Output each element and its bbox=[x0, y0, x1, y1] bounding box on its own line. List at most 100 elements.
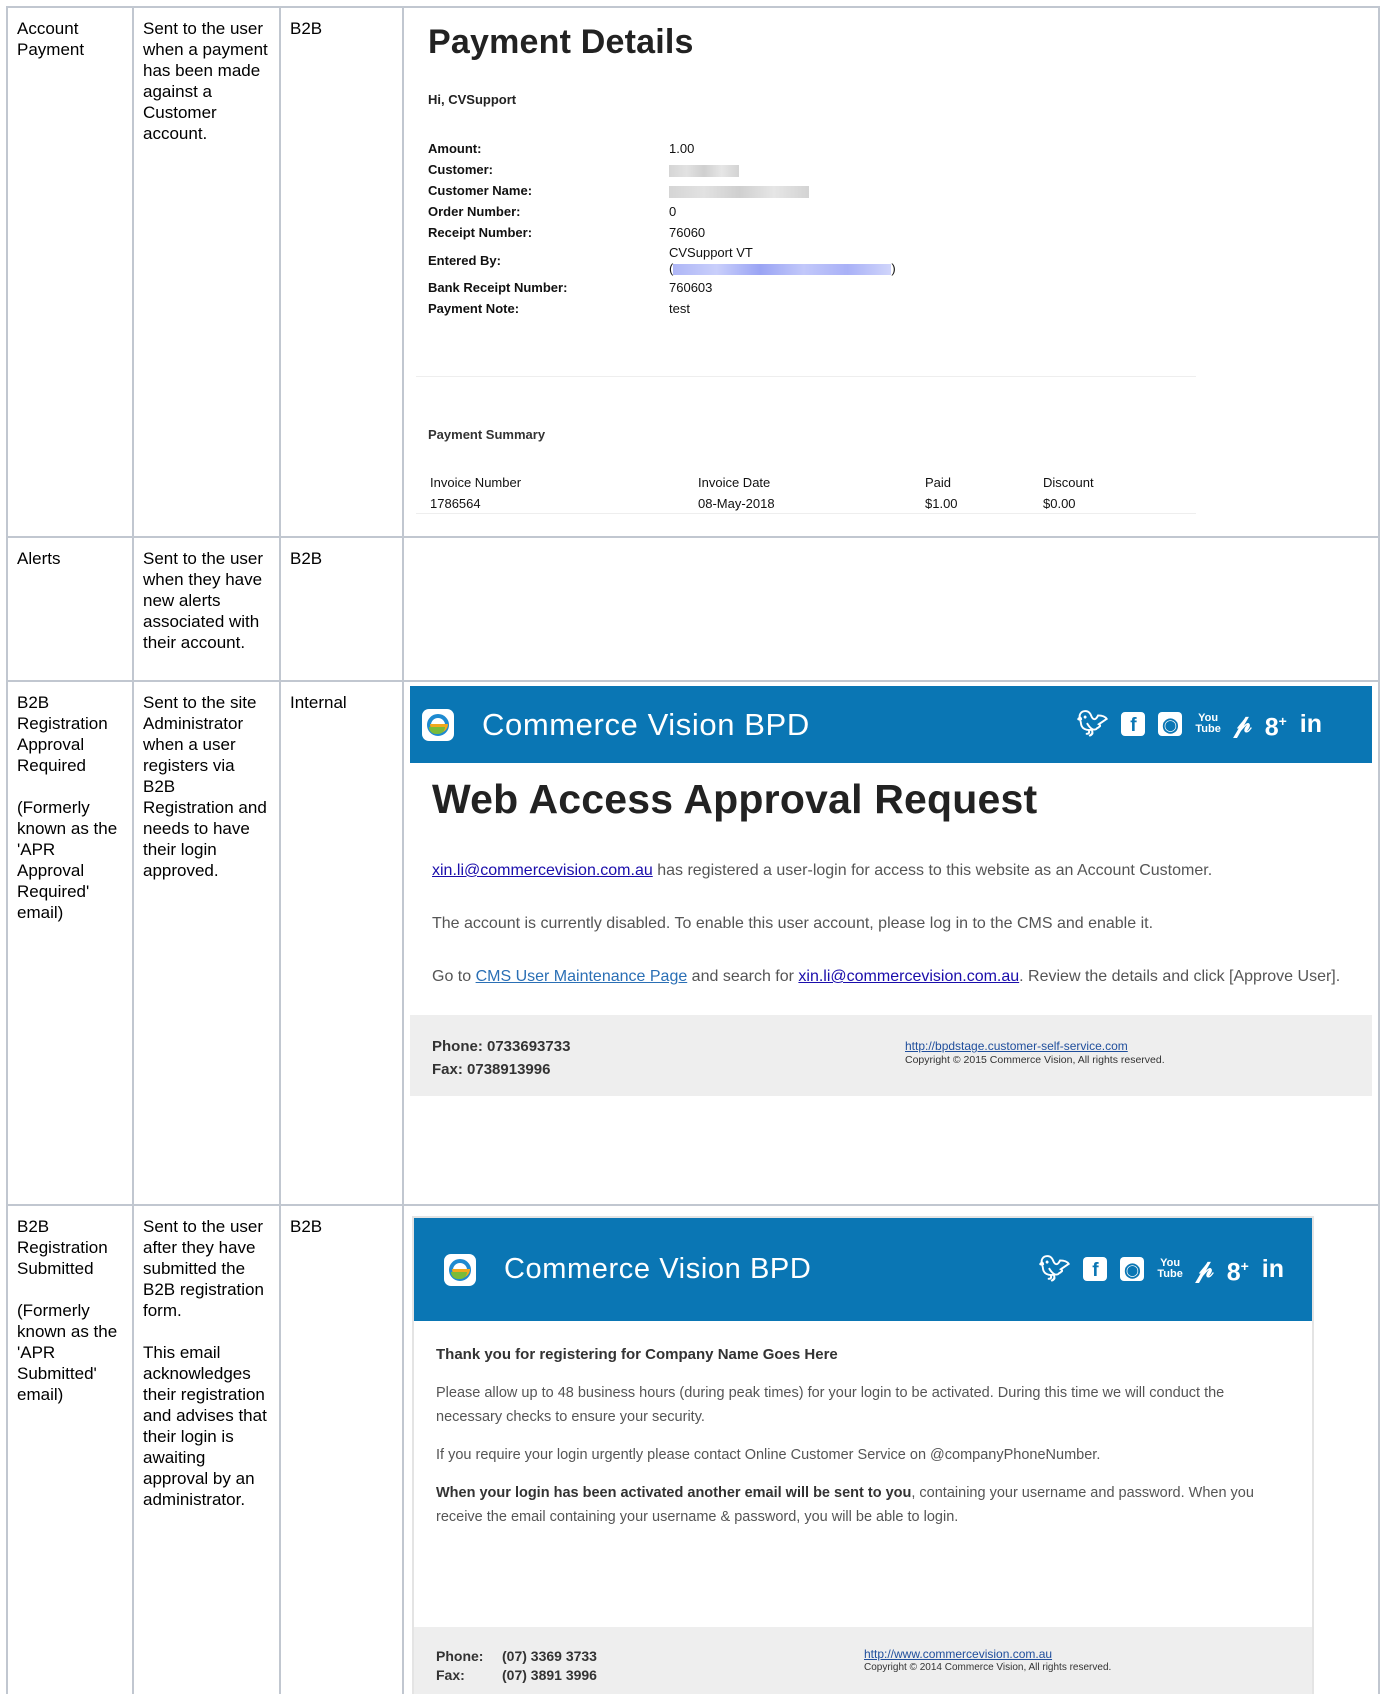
template-description-2: This email acknowledges their registrati… bbox=[143, 1343, 267, 1509]
redacted-value bbox=[669, 159, 969, 180]
template-name: Account bbox=[17, 19, 79, 38]
phone-row: Phone: (07) 3369 3733 bbox=[436, 1647, 864, 1666]
payment-summary-title: Payment Summary bbox=[428, 427, 546, 442]
template-preview-cell: Commerce Vision BPD 🐦︎ f ◉ You Tube 𝓅 8+ … bbox=[402, 1204, 1380, 1694]
payment-title: Payment Details bbox=[428, 23, 694, 61]
commerce-vision-logo-icon bbox=[444, 1253, 476, 1286]
template-name: B2B Registration Approval Required bbox=[17, 693, 108, 775]
site-link[interactable]: http://www.commercevision.com.au bbox=[864, 1647, 1111, 1661]
template-name-cell: Account Payment bbox=[6, 6, 134, 538]
table-row: B2B Registration Approval Required (Form… bbox=[6, 680, 1380, 1206]
text: . Review the details and click [Approve … bbox=[1019, 968, 1341, 985]
table-row: Account Payment Sent to the user when a … bbox=[6, 6, 1380, 538]
template-name-line2: Payment bbox=[17, 40, 85, 59]
youtube-icon[interactable]: You Tube bbox=[1157, 1258, 1182, 1280]
table-row: Alerts Sent to the user when they have n… bbox=[6, 536, 1380, 682]
google-plus-icon[interactable]: 8+ bbox=[1227, 1252, 1249, 1286]
footer-links: http://www.commercevision.com.au Copyrig… bbox=[864, 1647, 1111, 1694]
fax-number: Fax: 0738913996 bbox=[432, 1061, 551, 1078]
google-plus-icon[interactable]: 8+ bbox=[1265, 707, 1287, 741]
field-value: 76060 bbox=[669, 225, 706, 240]
social-icons: 🐦︎ f ◉ You Tube 𝓅 8+ in bbox=[1077, 707, 1322, 741]
field-label: Bank Receipt Number: bbox=[428, 280, 568, 295]
twitter-icon[interactable]: 🐦︎ bbox=[1039, 1255, 1071, 1283]
payment-summary-table: Invoice Number Invoice Date Paid Discoun… bbox=[430, 472, 1163, 514]
redacted-value bbox=[669, 180, 969, 201]
text: and search for bbox=[687, 968, 799, 985]
template-type-cell: Internal bbox=[279, 680, 404, 1206]
payment-fields: Amount: 1.00 Customer: Customer Name: Or… bbox=[428, 138, 1370, 319]
template-name-cell: B2B Registration Submitted (Formerly kno… bbox=[6, 1204, 134, 1694]
field-label: Customer Name: bbox=[428, 183, 533, 198]
twitter-icon[interactable]: 🐦︎ bbox=[1077, 710, 1109, 738]
summary-cell: 08-May-2018 bbox=[698, 496, 775, 511]
entered-by-value: CVSupport VT () bbox=[669, 243, 969, 277]
submitted-para-2: If you require your login urgently pleas… bbox=[436, 1447, 1101, 1463]
divider bbox=[416, 513, 1196, 514]
pinterest-icon[interactable]: 𝓅 bbox=[1196, 1255, 1214, 1283]
template-type: B2B bbox=[290, 19, 323, 38]
user-email-link[interactable]: xin.li@commercevision.com.au bbox=[798, 968, 1019, 985]
template-preview-cell: Commerce Vision BPD 🐦︎ f ◉ You Tube 𝓅 8+ … bbox=[402, 680, 1380, 1206]
field-label: Receipt Number: bbox=[428, 225, 533, 240]
template-type-cell: B2B bbox=[279, 536, 404, 682]
template-name-note: (Formerly known as the 'APR Submitted' e… bbox=[17, 1301, 118, 1404]
phone-label: Phone: bbox=[436, 1648, 484, 1664]
field-value: 760603 bbox=[669, 280, 713, 295]
fax-label: Fax: bbox=[436, 1667, 465, 1683]
email-footer: Phone: (07) 3369 3733 Fax: (07) 3891 3996 … bbox=[414, 1627, 1312, 1694]
youtube-icon[interactable]: You Tube bbox=[1195, 713, 1220, 735]
phone-number: (07) 3369 3733 bbox=[502, 1648, 597, 1664]
template-name-note: (Formerly known as the 'APR Approval Req… bbox=[17, 798, 118, 922]
instagram-icon[interactable]: ◉ bbox=[1158, 712, 1183, 737]
template-name: B2B Registration Submitted bbox=[17, 1217, 108, 1278]
template-description: Sent to the user when a payment has been… bbox=[143, 19, 268, 143]
linkedin-icon[interactable]: in bbox=[1262, 1255, 1284, 1283]
cms-user-maintenance-link[interactable]: CMS User Maintenance Page bbox=[476, 968, 688, 985]
payment-greeting: Hi, CVSupport bbox=[428, 92, 517, 107]
text: has registered a user-login for access t… bbox=[652, 862, 1213, 879]
facebook-icon[interactable]: f bbox=[1121, 712, 1146, 737]
submitted-email-preview: Commerce Vision BPD 🐦︎ f ◉ You Tube 𝓅 8+ … bbox=[412, 1216, 1314, 1694]
template-preview-cell bbox=[402, 536, 1380, 682]
social-icons: 🐦︎ f ◉ You Tube 𝓅 8+ in bbox=[1039, 1252, 1284, 1286]
field-label: Payment Note: bbox=[428, 301, 520, 316]
email-footer: Phone: 0733693733 Fax: 0738913996 http:/… bbox=[410, 1015, 1372, 1096]
template-type: Internal bbox=[290, 693, 347, 712]
summary-row: 1786564 08-May-2018 $1.00 $0.00 bbox=[430, 493, 1163, 514]
submitted-para-1: Please allow up to 48 business hours (du… bbox=[436, 1385, 1225, 1425]
submitted-lead: Thank you for registering for Company Na… bbox=[436, 1346, 838, 1363]
fax-row: Fax: (07) 3891 3996 bbox=[436, 1666, 864, 1685]
paren-close: ) bbox=[891, 261, 896, 276]
summary-header: Discount bbox=[1043, 475, 1094, 490]
template-description-cell: Sent to the site Administrator when a us… bbox=[132, 680, 281, 1206]
facebook-icon[interactable]: f bbox=[1083, 1257, 1108, 1282]
footer-links: http://bpdstage.customer-self-service.co… bbox=[905, 1035, 1165, 1096]
template-description: Sent to the user when they have new aler… bbox=[143, 549, 264, 652]
template-description: Sent to the site Administrator when a us… bbox=[143, 693, 267, 880]
brand-name: Commerce Vision BPD bbox=[482, 707, 810, 742]
submitted-para-3: When your login has been activated anoth… bbox=[436, 1481, 1288, 1529]
email-templates-table: Account Payment Sent to the user when a … bbox=[6, 6, 1380, 1694]
field-label: Amount: bbox=[428, 141, 482, 156]
divider bbox=[416, 376, 1196, 377]
field-value: CVSupport VT bbox=[669, 245, 753, 260]
field-value: 0 bbox=[669, 204, 677, 219]
copyright-text: Copyright © 2014 Commerce Vision, All ri… bbox=[864, 1662, 1112, 1673]
summary-header-row: Invoice Number Invoice Date Paid Discoun… bbox=[430, 472, 1163, 493]
text: Go to bbox=[432, 968, 476, 985]
instagram-icon[interactable]: ◉ bbox=[1120, 1257, 1145, 1282]
pinterest-icon[interactable]: 𝓅 bbox=[1234, 710, 1252, 738]
brand-name: Commerce Vision BPD bbox=[504, 1253, 812, 1285]
summary-header: Invoice Number bbox=[430, 475, 522, 490]
template-preview-cell: Payment Details Hi, CVSupport Amount: 1.… bbox=[402, 6, 1380, 538]
phone-number: Phone: 0733693733 bbox=[432, 1038, 571, 1055]
field-label: Order Number: bbox=[428, 204, 521, 219]
contact-info: Phone: (07) 3369 3733 Fax: (07) 3891 3996 bbox=[436, 1647, 864, 1694]
site-link[interactable]: http://bpdstage.customer-self-service.co… bbox=[905, 1039, 1165, 1053]
table-row: B2B Registration Submitted (Formerly kno… bbox=[6, 1204, 1380, 1694]
payment-email-preview: Payment Details Hi, CVSupport Amount: 1.… bbox=[412, 16, 1370, 528]
linkedin-icon[interactable]: in bbox=[1300, 710, 1322, 738]
user-email-link[interactable]: xin.li@commercevision.com.au bbox=[432, 862, 653, 879]
bold-text: When your login has been activated anoth… bbox=[436, 1485, 912, 1501]
